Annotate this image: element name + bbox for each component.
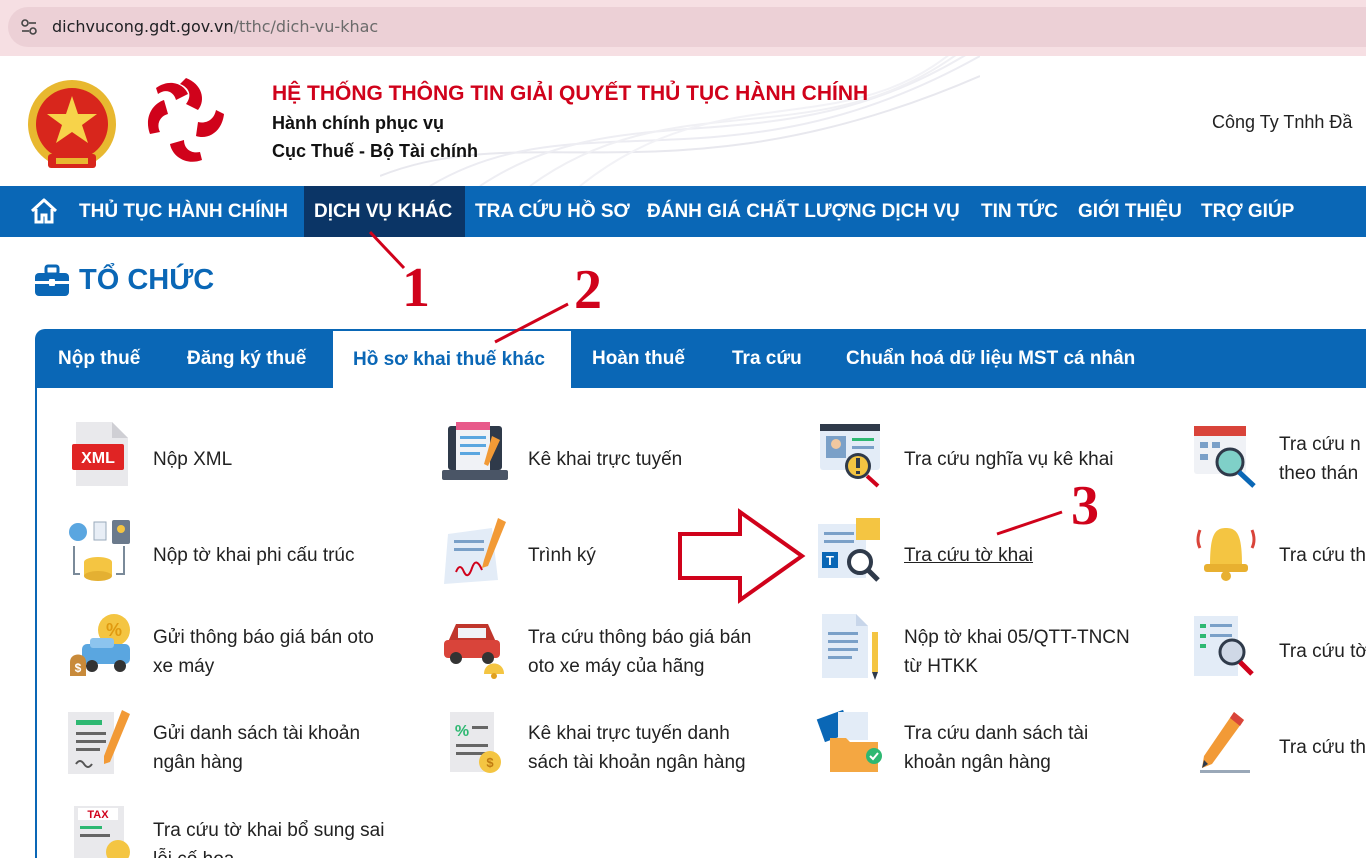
service-label: Trình ký	[528, 545, 596, 566]
service-label-line2: lỗi cố hoa	[153, 845, 234, 858]
folder-check-icon	[816, 709, 882, 772]
service-label: Tra cứu nghĩa vụ kê khai	[904, 449, 1114, 470]
service-label-line1: Gửi danh sách tài khoản	[153, 723, 361, 744]
company-name[interactable]: Công Ty Tnhh Đầ	[1212, 112, 1352, 133]
service-label-line1: Tra cứu thông báo giá bán	[528, 627, 752, 648]
profile-warning-icon	[820, 424, 880, 488]
service-label-line1: Nộp tờ khai 05/QTT-TNCN	[904, 627, 1130, 648]
service-label: Tra cứu th	[1279, 737, 1366, 758]
service-label-line2: xe máy	[153, 656, 215, 677]
service-label-line2: từ HTKK	[904, 656, 978, 677]
service-label-line1: Tra cứu n	[1279, 434, 1361, 455]
nav-item-tro-giup[interactable]: TRỢ GIÚP	[1191, 186, 1304, 237]
search-document-icon: T	[818, 518, 880, 582]
tab-bar: Nộp thuế Đăng ký thuế Hồ sơ khai thuế kh…	[35, 329, 1366, 388]
calendar-search-icon	[1194, 426, 1256, 488]
system-title: HỆ THỐNG THÔNG TIN GIẢI QUYẾT THỦ TỤC HÀ…	[272, 82, 869, 105]
url-text: dichvucong.gdt.gov.vn/tthc/dich-vu-khac	[52, 17, 378, 36]
service-label-line1: Tra cứu danh sách tài	[904, 723, 1089, 744]
nav-item-gioi-thieu[interactable]: GIỚI THIỆU	[1068, 186, 1192, 237]
service-label: Nộp XML	[153, 449, 233, 470]
car-bell-icon	[444, 624, 504, 679]
svg-text:$: $	[486, 755, 494, 770]
header-decoration	[380, 56, 980, 186]
nav-item-tra-cuu-ho-so[interactable]: TRA CỨU HỒ SƠ	[465, 186, 640, 237]
data-flow-icon	[69, 520, 130, 581]
briefcase-icon	[35, 264, 69, 296]
nav-item-dich-vu-khac[interactable]: DỊCH VỤ KHÁC	[304, 186, 465, 237]
service-label: Tra cứu tờ khai	[904, 545, 1034, 566]
tab-hoan-thue[interactable]: Hoàn thuế	[572, 329, 705, 388]
service-label: Kê khai trực tuyến	[528, 449, 683, 470]
percent-document-icon: % $	[450, 712, 501, 773]
svg-text:XML: XML	[81, 450, 115, 467]
svg-text:T: T	[826, 553, 834, 568]
service-label-line1: Gửi thông báo giá bán oto	[153, 627, 374, 648]
nav-item-danh-gia[interactable]: ĐÁNH GIÁ CHẤT LƯỢNG DỊCH VỤ	[637, 186, 970, 237]
tab-dang-ky-thue[interactable]: Đăng ký thuế	[167, 329, 326, 388]
system-subtitle: Hành chính phục vụ	[272, 113, 445, 133]
tab-tra-cuu[interactable]: Tra cứu	[712, 329, 822, 388]
svg-text:$: $	[75, 661, 82, 675]
tab-chuan-hoa-mst[interactable]: Chuẩn hoá dữ liệu MST cá nhân	[826, 329, 1155, 388]
nav-item-thu-tuc-hanh-chinh[interactable]: THỦ TỤC HÀNH CHÍNH	[69, 186, 298, 237]
site-header: HỆ THỐNG THÔNG TIN GIẢI QUYẾT THỦ TỤC HÀ…	[0, 56, 1366, 186]
service-label-line2: khoản ngân hàng	[904, 752, 1051, 773]
laptop-form-icon	[442, 422, 508, 480]
annotation-2: 2	[574, 259, 602, 321]
service-label-line2: ngân hàng	[153, 752, 243, 773]
service-label: Tra cứu th	[1279, 545, 1366, 566]
xml-file-icon: XML	[72, 422, 128, 486]
url-field[interactable]: dichvucong.gdt.gov.vn/tthc/dich-vu-khac	[8, 7, 1366, 47]
site-info-icon[interactable]	[20, 18, 38, 36]
document-pencil-icon	[822, 614, 878, 680]
pencil-icon	[1200, 712, 1250, 773]
document-pen-icon	[68, 710, 130, 774]
tab-ho-so-khai-thue-khac[interactable]: Hồ sơ khai thuế khác	[333, 331, 571, 388]
tax-document-icon: TAX	[74, 806, 130, 858]
service-label-line1: Tra cứu tờ khai bổ sung sai	[153, 820, 385, 841]
url-host: dichvucong.gdt.gov.vn	[52, 17, 234, 36]
url-path: /tthc/dich-vu-khac	[233, 17, 379, 36]
service-label-line1: Kê khai trực tuyến danh	[528, 723, 730, 744]
service-label: Tra cứu tờ	[1279, 641, 1366, 662]
service-label-line2: oto xe máy của hãng	[528, 656, 705, 677]
tax-agency-logo-icon	[147, 78, 224, 162]
svg-text:%: %	[455, 723, 469, 740]
annotation-1: 1	[402, 257, 430, 319]
service-label-line2: theo thán	[1279, 463, 1359, 484]
bell-icon	[1196, 528, 1256, 581]
section-title: TỔ CHỨC	[79, 264, 215, 296]
main-nav: THỦ TỤC HÀNH CHÍNH DỊCH VỤ KHÁC TRA CỨU …	[0, 186, 1366, 237]
browser-address-bar: dichvucong.gdt.gov.vn/tthc/dich-vu-khac	[0, 0, 1366, 56]
signature-icon	[444, 518, 506, 584]
service-label: Nộp tờ khai phi cấu trúc	[153, 545, 355, 566]
car-price-icon: % $	[70, 614, 130, 676]
home-icon[interactable]	[30, 198, 58, 224]
document-search-icon	[1194, 616, 1254, 676]
svg-text:TAX: TAX	[87, 809, 109, 821]
agency-name: Cục Thuế - Bộ Tài chính	[272, 141, 478, 161]
svg-text:%: %	[106, 620, 122, 640]
nav-item-tin-tuc[interactable]: TIN TỨC	[971, 186, 1068, 237]
service-label-line2: sách tài khoản ngân hàng	[528, 752, 746, 773]
tab-nop-thue[interactable]: Nộp thuế	[38, 329, 160, 388]
national-emblem-icon	[28, 80, 116, 168]
